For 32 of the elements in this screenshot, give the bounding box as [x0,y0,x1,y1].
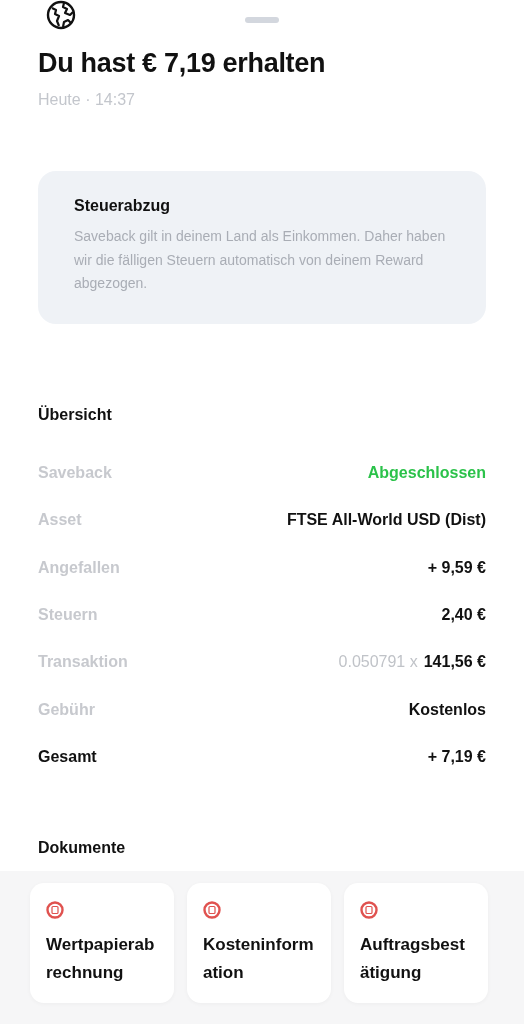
document-icon [360,900,378,919]
document-icon [46,900,64,919]
drag-handle[interactable] [245,17,279,23]
document-title: Kosteninformation [203,933,315,984]
row-value: 141,56 € [423,653,486,672]
timestamp: Heute · 14:37 [38,91,136,109]
info-text: Saveback gilt in deinem Land als Einkommen. Daher haben wir die fälligen Steuern automatisch von deinem Reward abgezogen. [74,227,447,293]
document-title: Auftragsbestätigung [360,933,466,984]
document-card[interactable]: Wertpapierabrechnung [30,882,174,1003]
row-label: Transaktion [38,653,128,672]
row-label: Gesamt [38,747,97,766]
document-card[interactable]: Kosteninformation [187,882,331,1003]
row-label: Angefallen [38,558,120,577]
row-value: 2,40 € [441,606,486,625]
document-card[interactable]: Auftragsbestätigung [344,882,488,1003]
row-value: + 9,59 € [427,558,486,577]
row-label: Steuern [38,606,98,625]
row-value: Kostenlos [408,700,486,719]
globe-icon[interactable] [46,0,76,30]
row-value: + 7,19 € [427,747,486,766]
row-value: FTSE All-World USD (Dist) [286,511,486,530]
status-text: Abgeschlossen [367,464,486,483]
info-title: Steuerabzug [74,197,171,215]
quantity-text: 0.050791 x [338,653,418,672]
document-title: Wertpapierabrechnung [46,933,156,984]
section-title: Übersicht [38,405,113,424]
row-label: Asset [38,511,82,530]
section-title: Dokumente [38,838,127,857]
page-title: Du hast € 7,19 erhalten [38,48,327,79]
row-label: Saveback [38,464,112,483]
document-icon [203,900,221,919]
row-label: Gebühr [38,700,95,719]
